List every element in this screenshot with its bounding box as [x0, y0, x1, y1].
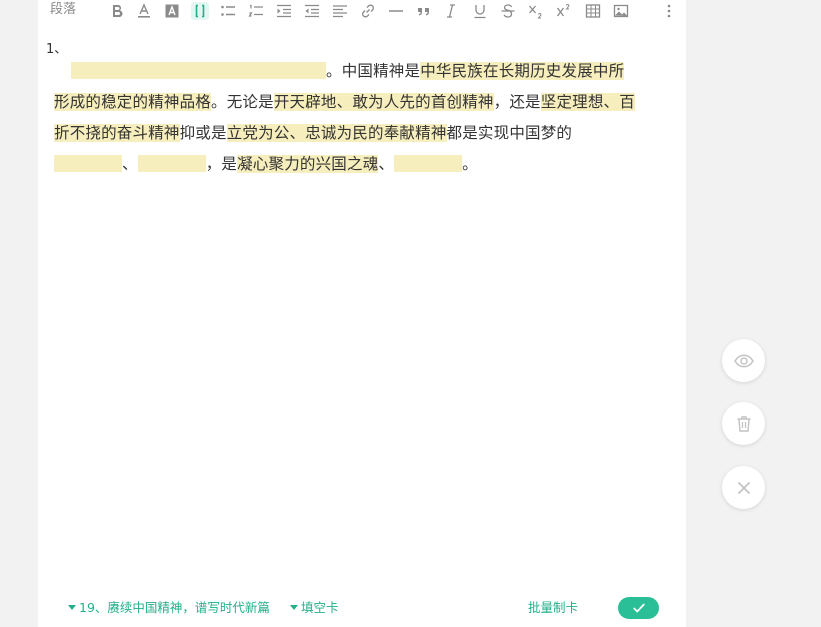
image-icon[interactable] [612, 2, 630, 20]
link-icon[interactable] [359, 2, 377, 20]
align-icon[interactable] [331, 2, 349, 20]
underline-icon[interactable] [471, 2, 489, 20]
more-icon[interactable] [660, 2, 678, 20]
delete-button[interactable] [722, 402, 765, 445]
highlighted-text: 立党为公、忠诚为民的奉献精神 [226, 124, 447, 142]
strikethrough-icon[interactable] [499, 2, 517, 20]
text-segment: 。 [462, 155, 478, 173]
card-type-name: 填空卡 [301, 600, 339, 615]
text-segment: 都是实现中国梦的 [446, 124, 573, 142]
cloze-icon[interactable] [191, 2, 209, 20]
close-icon [737, 481, 750, 494]
text-segment: 、 [378, 155, 395, 173]
deck-name: 19、赓续中国精神，谱写时代新篇 [79, 600, 270, 615]
card-type-selector[interactable]: 填空卡 [290, 600, 339, 616]
deck-selector[interactable]: 19、赓续中国精神，谱写时代新篇 [68, 600, 270, 616]
cloze-blank[interactable] [394, 155, 463, 172]
cloze-blank[interactable] [71, 62, 326, 79]
quote-icon[interactable] [415, 2, 433, 20]
highlighted-text: 凝心聚力的兴国之魂 [237, 155, 379, 173]
outdent-icon[interactable] [303, 2, 321, 20]
indent-icon[interactable] [275, 2, 293, 20]
table-icon[interactable] [584, 2, 602, 20]
horizontal-rule-icon[interactable] [387, 2, 405, 20]
bullet-list-icon[interactable] [219, 2, 237, 20]
subscript-icon[interactable] [527, 2, 545, 20]
eye-icon [733, 353, 754, 368]
trash-icon [737, 415, 750, 432]
confirm-button[interactable] [618, 597, 659, 619]
text-segment: ，还是 [493, 93, 541, 111]
font-color-icon[interactable] [135, 2, 153, 20]
text-segment: 。中国精神是 [326, 62, 421, 80]
cloze-blank[interactable] [137, 155, 206, 172]
editor-footer: 19、赓续中国精神，谱写时代新篇 填空卡 批量制卡 [38, 592, 686, 624]
card-content-text[interactable]: 。中国精神是中华民族在长期历史发展中所形成的稳定的精神品格。无论是开天辟地、敢为… [54, 56, 636, 180]
caret-down-icon [290, 605, 298, 610]
batch-create-button[interactable]: 批量制卡 [528, 600, 578, 616]
card-editor: 段落 1、 。中国精神是中华民族在长期历史发展中所形成的稳定的精神品格。无论是开… [38, 0, 686, 627]
close-button[interactable] [722, 466, 765, 509]
italic-icon[interactable] [442, 2, 460, 20]
paragraph-format-dropdown[interactable]: 段落 [50, 2, 76, 18]
preview-button[interactable] [722, 339, 765, 382]
bold-icon[interactable] [108, 2, 126, 20]
text-segment: ，是 [205, 155, 238, 173]
text-segment: 。无论是 [211, 93, 274, 111]
cloze-blank[interactable] [54, 155, 122, 172]
background-color-icon[interactable] [163, 2, 181, 20]
superscript-icon[interactable] [555, 2, 573, 20]
highlighted-text: 开天辟地、敢为人先的首创精神 [273, 93, 494, 111]
text-segment: 、 [122, 155, 138, 173]
ordered-list-icon[interactable] [247, 2, 265, 20]
text-segment: 抑或是 [179, 124, 227, 142]
editor-toolbar: 段落 [38, 0, 686, 22]
check-icon [632, 603, 645, 613]
caret-down-icon [68, 605, 76, 610]
